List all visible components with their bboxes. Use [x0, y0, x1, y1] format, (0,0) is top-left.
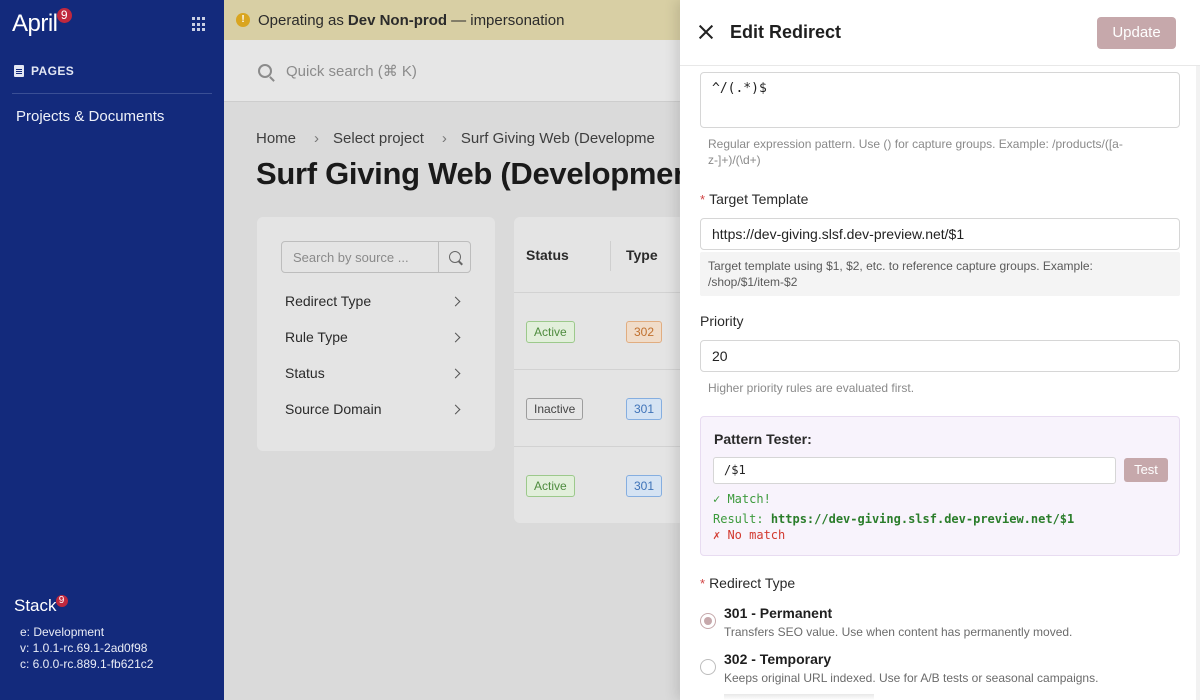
- sidebar-divider: [12, 93, 212, 94]
- filter-search-input[interactable]: Search by source ...: [282, 242, 438, 272]
- column-header-status[interactable]: Status: [526, 247, 569, 263]
- result-label: Result:: [713, 512, 764, 526]
- document-icon: [14, 65, 24, 77]
- pattern-tester-input[interactable]: /$1: [713, 457, 1116, 484]
- status-badge: Inactive: [526, 398, 584, 420]
- filter-label: Redirect Type: [285, 293, 372, 309]
- result-line: Result: https://dev-giving.slsf.dev-prev…: [713, 512, 1074, 526]
- section-label-text: PAGES: [31, 64, 75, 78]
- chevron-right-icon: [450, 404, 461, 415]
- redirect-type-label: * Redirect Type: [700, 575, 795, 591]
- row-divider: [514, 369, 680, 370]
- filter-search[interactable]: Search by source ...: [281, 241, 471, 273]
- redirect-type-label-text: Redirect Type: [709, 575, 796, 591]
- target-template-label: * Target Template: [700, 191, 808, 207]
- chevron-right-icon: [450, 368, 461, 379]
- logo-text: April: [12, 10, 58, 37]
- option-description: Transfers SEO value. Use when content ha…: [724, 625, 1073, 639]
- column-divider: [610, 241, 611, 271]
- stack-logo: Stack 9: [14, 595, 69, 616]
- row-divider: [514, 292, 680, 293]
- banner-account: Dev Non-prod: [347, 11, 448, 29]
- type-badge: 301: [626, 475, 663, 497]
- scrollbar[interactable]: [1196, 66, 1200, 700]
- filter-label: Status: [285, 365, 325, 381]
- core-version-label: c: 6.0.0-rc.889.1-fb621c2: [20, 657, 154, 671]
- next-option-cutoff: [724, 694, 874, 700]
- breadcrumb: Home › Select project › Surf Giving Web …: [256, 130, 655, 147]
- option-title: 301 - Permanent: [724, 605, 833, 621]
- result-url: https://dev-giving.slsf.dev-preview.net/…: [770, 512, 1075, 526]
- grid-icon[interactable]: [192, 17, 207, 32]
- row-divider: [514, 446, 680, 447]
- chevron-right-icon: [450, 332, 461, 343]
- filter-source-domain[interactable]: Source Domain: [285, 401, 461, 417]
- priority-help-text: Higher priority rules are evaluated firs…: [708, 381, 915, 395]
- test-button[interactable]: Test: [1124, 458, 1168, 482]
- radio-301-permanent[interactable]: [700, 613, 716, 629]
- type-badge: 301: [626, 398, 663, 420]
- radio-302-temporary[interactable]: [700, 659, 716, 675]
- logo-badge: 9: [56, 8, 72, 23]
- match-text: ✓ Match!: [713, 492, 771, 506]
- chevron-right-icon: ›: [441, 130, 447, 147]
- filter-redirect-type[interactable]: Redirect Type: [285, 293, 461, 309]
- edit-redirect-drawer: Edit Redirect Update ^/(.*)$ Regular exp…: [680, 0, 1200, 700]
- status-badge: Active: [526, 475, 575, 497]
- column-header-type[interactable]: Type: [626, 247, 658, 263]
- filter-label: Rule Type: [285, 329, 348, 345]
- stack-logo-text: Stack: [14, 596, 57, 615]
- chevron-right-icon: ›: [314, 130, 320, 147]
- drawer-header: Edit Redirect Update: [680, 0, 1200, 66]
- filter-search-button[interactable]: [438, 242, 470, 272]
- target-label-text: Target Template: [709, 191, 809, 207]
- environment-label: e: Development: [20, 625, 105, 639]
- stack-logo-badge: 9: [55, 595, 68, 607]
- breadcrumb-home[interactable]: Home: [256, 130, 296, 147]
- sidebar: April 9 PAGES Projects & Documents Stack 9…: [0, 0, 224, 700]
- target-help-text: Target template using $1, $2, etc. to re…: [700, 252, 1180, 296]
- search-icon: [258, 63, 272, 78]
- chevron-right-icon: [450, 296, 461, 307]
- source-pattern-field[interactable]: ^/(.*)$: [700, 72, 1180, 128]
- filter-label: Source Domain: [285, 401, 382, 417]
- required-marker: *: [700, 192, 706, 207]
- type-badge: 302: [626, 321, 663, 343]
- priority-field[interactable]: 20: [700, 340, 1180, 372]
- pages-section-label: PAGES: [14, 64, 74, 78]
- warning-icon: !: [236, 13, 250, 27]
- banner-suffix: — impersonation: [451, 11, 565, 29]
- pattern-tester-title: Pattern Tester:: [714, 431, 812, 447]
- version-label: v: 1.0.1-rc.69.1-2ad0f98: [20, 641, 148, 655]
- pattern-tester: Pattern Tester: /$1 Test ✓ Match! Result…: [700, 416, 1180, 556]
- nomatch-text: ✗ No match: [713, 528, 786, 542]
- status-badge: Active: [526, 321, 575, 343]
- banner-prefix: Operating as: [258, 11, 344, 29]
- app-logo[interactable]: April 9: [12, 8, 73, 38]
- update-button[interactable]: Update: [1097, 17, 1176, 49]
- filter-status[interactable]: Status: [285, 365, 461, 381]
- priority-label: Priority: [700, 313, 744, 329]
- sidebar-item-projects-documents[interactable]: Projects & Documents: [16, 108, 164, 125]
- breadcrumb-current: Surf Giving Web (Developme: [460, 130, 655, 147]
- page-title: Surf Giving Web (Development: [256, 156, 702, 191]
- option-description: Keeps original URL indexed. Use for A/B …: [724, 671, 1099, 685]
- required-marker: *: [700, 576, 706, 591]
- filter-rule-type[interactable]: Rule Type: [285, 329, 461, 345]
- redirects-table: Status Type Active 302 Inactive 301 Acti…: [514, 217, 680, 523]
- close-icon[interactable]: [698, 24, 714, 40]
- option-title: 302 - Temporary: [724, 651, 832, 667]
- breadcrumb-select-project[interactable]: Select project: [333, 130, 424, 147]
- drawer-title: Edit Redirect: [730, 22, 842, 42]
- filter-panel: Search by source ... Redirect Type Rule …: [257, 217, 495, 451]
- search-icon: [448, 251, 461, 263]
- target-template-field[interactable]: https://dev-giving.slsf.dev-preview.net/…: [700, 218, 1180, 250]
- pattern-help-text: Regular expression pattern. Use () for c…: [708, 137, 1123, 167]
- quick-search-placeholder: Quick search (⌘ K): [286, 62, 417, 80]
